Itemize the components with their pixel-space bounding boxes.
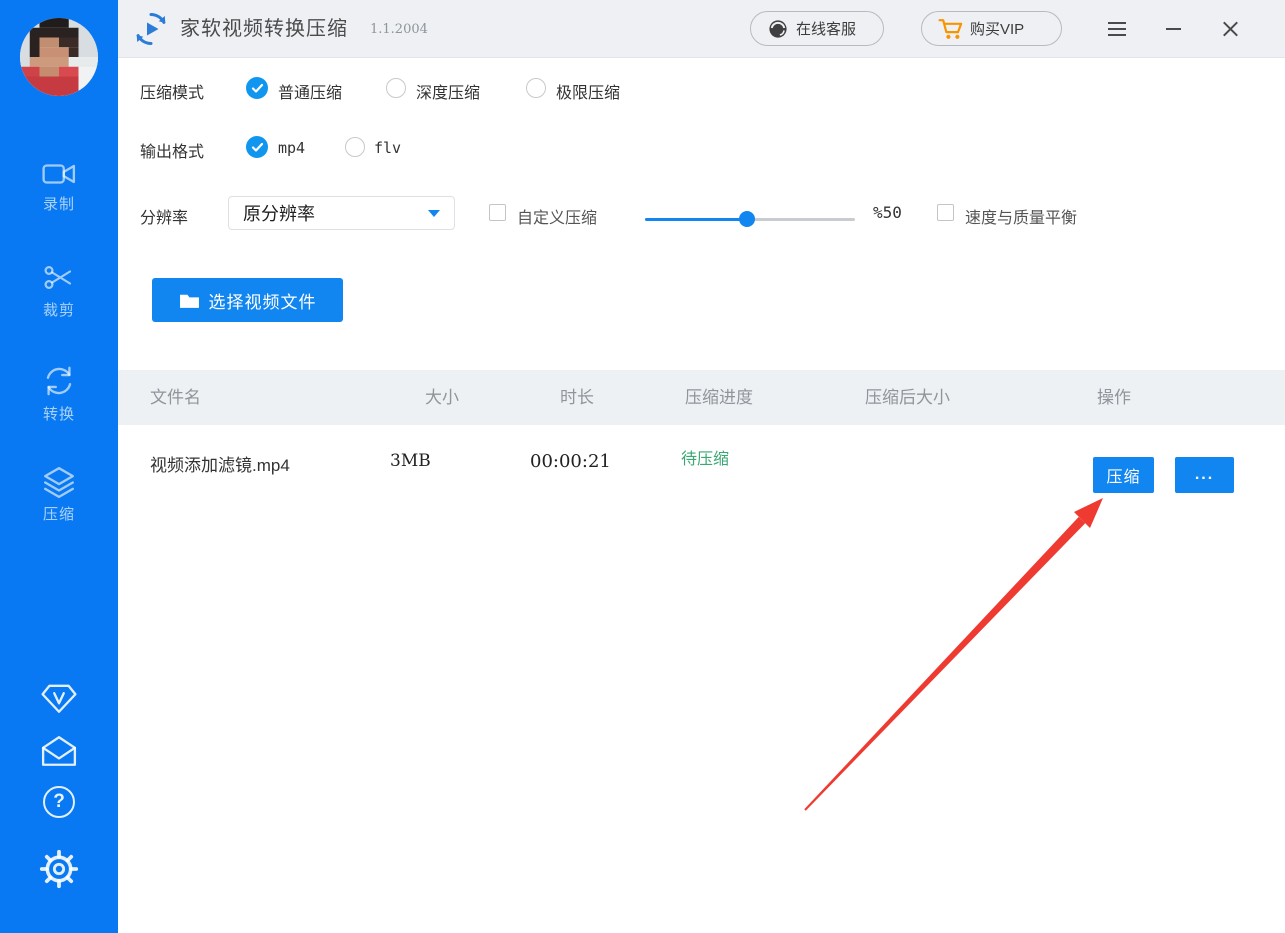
help-glyph: ? <box>53 791 65 812</box>
help-icon: ? <box>43 786 75 818</box>
minimize-icon <box>1165 28 1181 30</box>
scissors-icon <box>44 265 72 290</box>
slider-fill <box>645 218 747 221</box>
layers-icon <box>44 467 74 498</box>
resolution-label: 分辨率 <box>140 210 189 227</box>
radio-deep-compress[interactable] <box>386 78 406 98</box>
resolution-value: 原分辨率 <box>243 204 315 224</box>
select-video-file-button[interactable]: 选择视频文件 <box>152 278 343 322</box>
shopping-cart-icon <box>938 19 963 39</box>
online-support-button[interactable]: 在线客服 <box>750 11 884 46</box>
table-header: 文件名 大小 时长 压缩进度 压缩后大小 操作 <box>118 370 1285 425</box>
sidebar-vip-button[interactable] <box>0 683 118 714</box>
custom-compress-label[interactable]: 自定义压缩 <box>517 204 597 228</box>
sidebar-help-button[interactable]: ? <box>0 786 118 818</box>
video-camera-icon <box>42 164 76 184</box>
custom-compress-checkbox[interactable] <box>489 204 506 221</box>
resolution-select[interactable]: 原分辨率 <box>228 196 455 230</box>
radio-extreme-compress-label[interactable]: 极限压缩 <box>556 79 620 103</box>
col-compressed-size: 压缩后大小 <box>865 388 950 407</box>
radio-normal-compress-label[interactable]: 普通压缩 <box>278 79 342 103</box>
hamburger-menu-icon <box>1108 28 1126 30</box>
window-menu-button[interactable] <box>1101 14 1133 44</box>
sidebar-item-record[interactable]: 录制 <box>0 160 118 214</box>
close-icon <box>1222 21 1239 38</box>
output-format-label: 输出格式 <box>140 144 205 161</box>
settings-gear-icon <box>39 849 79 889</box>
window-minimize-button[interactable] <box>1157 14 1189 44</box>
compress-ratio-slider[interactable] <box>645 211 855 227</box>
check-icon <box>251 142 263 152</box>
avatar[interactable] <box>20 18 98 96</box>
app-title: 家软视频转换压缩 <box>180 18 348 40</box>
sidebar-settings-button[interactable] <box>0 849 118 889</box>
app-version: 1.1.2004 <box>370 22 428 37</box>
status-badge: 待压缩 <box>681 451 730 468</box>
col-filename: 文件名 <box>150 388 201 407</box>
folder-icon <box>179 294 199 308</box>
col-size: 大小 <box>425 388 459 407</box>
radio-deep-compress-label[interactable]: 深度压缩 <box>416 79 480 103</box>
col-duration: 时长 <box>560 388 594 407</box>
convert-arrows-icon <box>46 366 72 396</box>
online-support-label: 在线客服 <box>796 21 857 38</box>
titlebar: 家软视频转换压缩 1.1.2004 在线客服 购买VIP <box>118 0 1285 58</box>
sidebar-item-cut[interactable]: 裁剪 <box>0 262 118 320</box>
sidebar-item-compress[interactable]: 压缩 <box>0 466 118 524</box>
radio-format-mp4-label[interactable]: mp4 <box>278 139 305 157</box>
buy-vip-button[interactable]: 购买VIP <box>921 11 1062 46</box>
balance-label[interactable]: 速度与质量平衡 <box>965 204 1077 228</box>
file-duration: 00:00:21 <box>530 451 611 472</box>
sidebar-item-label: 录制 <box>42 196 75 213</box>
headset-icon <box>769 19 787 38</box>
chevron-down-icon <box>428 209 440 217</box>
slider-value-label: %50 <box>873 203 902 222</box>
check-icon <box>251 83 263 93</box>
vip-diamond-icon <box>41 684 77 713</box>
table-row: 视频添加滤镜.mp4 3MB 00:00:21 待压缩 压缩 ... <box>118 425 1285 495</box>
app-logo-icon <box>136 13 166 45</box>
sidebar-item-convert[interactable]: 转换 <box>0 364 118 424</box>
more-options-button[interactable]: ... <box>1175 457 1234 493</box>
compress-button[interactable]: 压缩 <box>1093 457 1154 493</box>
sidebar-feedback-button[interactable] <box>0 735 118 767</box>
compress-mode-label: 压缩模式 <box>140 85 205 102</box>
balance-checkbox[interactable] <box>937 204 954 221</box>
sidebar-item-label: 压缩 <box>42 506 75 523</box>
buy-vip-label: 购买VIP <box>970 21 1025 38</box>
col-progress: 压缩进度 <box>685 388 753 407</box>
radio-format-mp4[interactable] <box>246 136 268 158</box>
slider-thumb[interactable] <box>739 211 755 227</box>
file-name: 视频添加滤镜.mp4 <box>150 456 290 475</box>
window-close-button[interactable] <box>1214 14 1246 44</box>
radio-format-flv-label[interactable]: flv <box>374 139 401 157</box>
radio-format-flv[interactable] <box>345 137 365 157</box>
mail-icon <box>41 736 77 766</box>
select-video-file-label: 选择视频文件 <box>208 292 317 312</box>
main-panel: 压缩模式 普通压缩 深度压缩 极限压缩 输出格式 mp4 flv 分辨率 原分辨… <box>118 58 1285 933</box>
sidebar: 录制 裁剪 转换 压缩 ? <box>0 0 118 933</box>
col-actions: 操作 <box>1097 388 1131 407</box>
sidebar-item-label: 裁剪 <box>42 302 75 319</box>
radio-extreme-compress[interactable] <box>526 78 546 98</box>
file-size: 3MB <box>390 451 431 471</box>
radio-normal-compress[interactable] <box>246 77 268 99</box>
sidebar-item-label: 转换 <box>42 406 75 423</box>
app-window: 录制 裁剪 转换 压缩 ? 家软视频转换压缩 1.1.2004 在线客服 购买V… <box>0 0 1285 933</box>
avatar-image <box>20 18 98 96</box>
